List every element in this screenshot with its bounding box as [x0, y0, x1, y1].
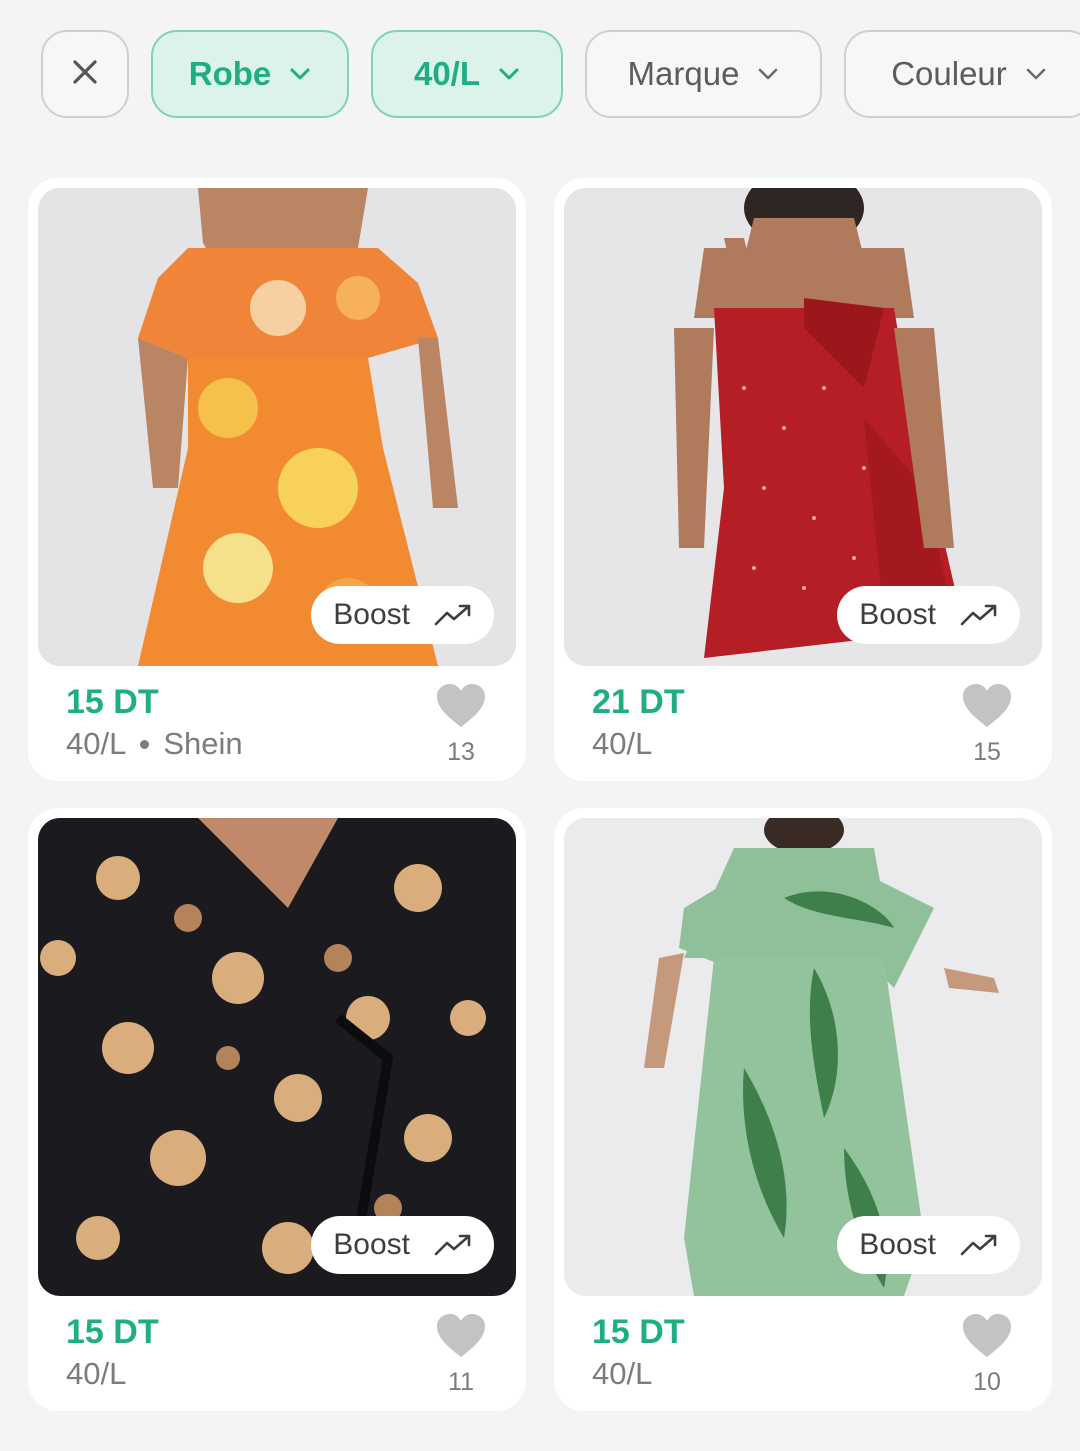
product-card[interactable]: Boost 21 DT 40/L 15	[554, 178, 1052, 781]
like-button[interactable]: 10	[960, 1313, 1014, 1397]
product-card[interactable]: Boost 15 DT 40/L 11	[28, 808, 526, 1411]
like-count: 10	[973, 1368, 1001, 1396]
boost-label: Boost	[333, 1228, 410, 1261]
trending-up-icon	[434, 1233, 472, 1257]
like-count: 15	[973, 738, 1001, 766]
trending-up-icon	[960, 603, 998, 627]
product-image[interactable]: Boost	[564, 818, 1042, 1296]
boost-label: Boost	[859, 1228, 936, 1261]
product-meta: 40/L	[66, 1356, 126, 1392]
product-size: 40/L	[592, 726, 653, 761]
filter-chip-brand[interactable]: Marque	[585, 30, 822, 118]
filter-chip-label: Couleur	[891, 55, 1007, 92]
boost-button[interactable]: Boost	[837, 1216, 1020, 1274]
close-icon	[72, 55, 98, 93]
chevron-down-icon	[757, 67, 779, 81]
heart-icon	[962, 1313, 1012, 1364]
product-meta: 40/L Shein	[66, 726, 243, 762]
product-price: 15 DT	[592, 1313, 685, 1351]
product-image[interactable]: Boost	[38, 188, 516, 666]
product-image[interactable]: Boost	[564, 188, 1042, 666]
trending-up-icon	[960, 1233, 998, 1257]
filter-chip-label: Marque	[627, 55, 740, 92]
heart-icon	[436, 1313, 486, 1364]
product-card[interactable]: Boost 15 DT 40/L Shein 13	[28, 178, 526, 781]
product-card[interactable]: Boost 15 DT 40/L 10	[554, 808, 1052, 1411]
heart-icon	[962, 683, 1012, 734]
trending-up-icon	[434, 603, 472, 627]
product-size: 40/L	[592, 1356, 653, 1391]
product-price: 15 DT	[66, 1313, 159, 1351]
filter-chip-label: 40/L	[413, 55, 481, 92]
like-button[interactable]: 11	[434, 1313, 488, 1397]
product-price: 21 DT	[592, 683, 685, 721]
product-image[interactable]: Boost	[38, 818, 516, 1296]
filter-bar: Robe 40/L Marque Couleur	[0, 30, 1080, 118]
chevron-down-icon	[1025, 67, 1047, 81]
boost-label: Boost	[859, 598, 936, 631]
boost-button[interactable]: Boost	[311, 1216, 494, 1274]
product-brand: Shein	[163, 726, 243, 761]
boost-button[interactable]: Boost	[837, 586, 1020, 644]
clear-filters-button[interactable]	[41, 30, 129, 118]
product-size: 40/L	[66, 726, 127, 761]
boost-label: Boost	[333, 598, 410, 631]
filter-chip-category[interactable]: Robe	[151, 30, 349, 118]
like-button[interactable]: 13	[434, 683, 488, 767]
like-button[interactable]: 15	[960, 683, 1014, 767]
like-count: 13	[447, 738, 475, 766]
product-meta: 40/L	[592, 1356, 652, 1392]
chevron-down-icon	[498, 67, 520, 81]
chevron-down-icon	[289, 67, 311, 81]
filter-chip-label: Robe	[188, 55, 272, 92]
heart-icon	[436, 683, 486, 734]
filter-chip-size[interactable]: 40/L	[371, 30, 563, 118]
filter-chip-color[interactable]: Couleur	[844, 30, 1080, 118]
separator-dot	[140, 739, 150, 749]
product-meta: 40/L	[592, 726, 652, 762]
like-count: 11	[448, 1368, 474, 1396]
product-size: 40/L	[66, 1356, 127, 1391]
product-price: 15 DT	[66, 683, 159, 721]
boost-button[interactable]: Boost	[311, 586, 494, 644]
